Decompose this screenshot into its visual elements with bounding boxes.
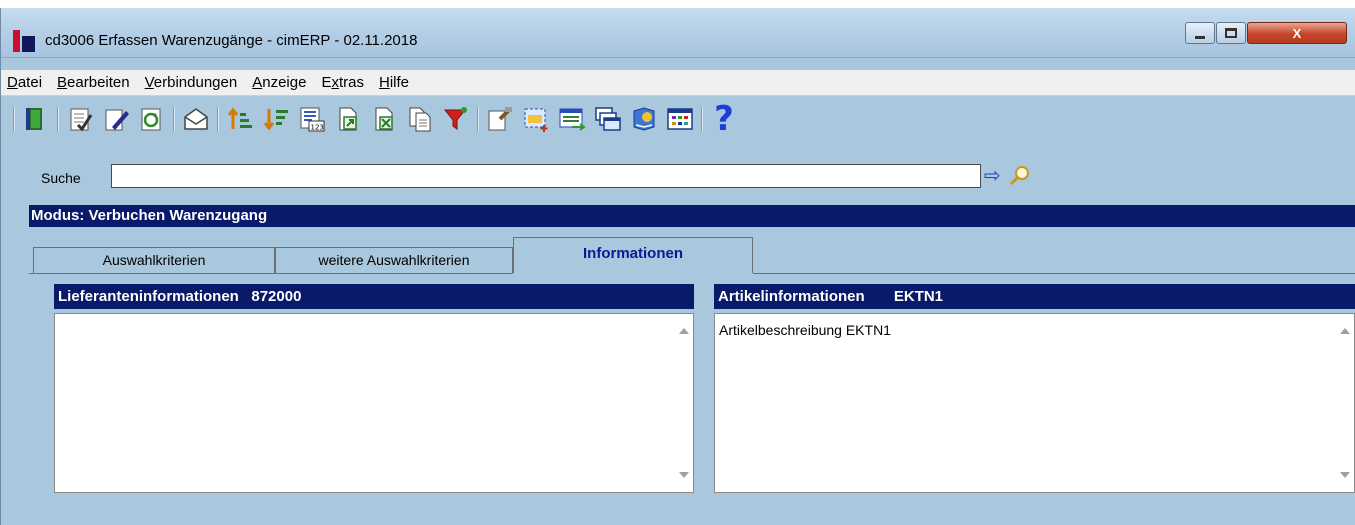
tab-strip: Auswahlkriterien weitere Auswahlkriterie…: [29, 237, 1355, 273]
supplier-info-textarea[interactable]: [54, 313, 694, 493]
menu-anzeige[interactable]: Anzeige: [252, 74, 306, 91]
scroll-down-icon[interactable]: [679, 472, 689, 478]
menu-datei[interactable]: Datei: [7, 74, 42, 91]
toolbar-separator: [13, 107, 15, 131]
settings-tools-icon[interactable]: [485, 103, 515, 135]
title-bar[interactable]: cd3006 Erfassen Warenzugänge - cimERP - …: [1, 8, 1355, 58]
search-bar: Suche ⇨: [29, 160, 1355, 190]
exit-door-icon[interactable]: [21, 103, 51, 135]
close-icon: X: [1292, 25, 1302, 41]
menu-bar: Datei Bearbeiten Verbindungen Anzeige Ex…: [1, 70, 1355, 96]
tab-auswahlkriterien[interactable]: Auswahlkriterien: [33, 247, 275, 273]
maximize-icon: [1225, 28, 1237, 38]
article-info-header: Artikelinformationen EKTN1: [714, 284, 1355, 309]
number-format-icon[interactable]: 123: [297, 103, 327, 135]
sort-ascending-icon[interactable]: [225, 103, 255, 135]
bookmark-icon[interactable]: [629, 103, 659, 135]
maximize-button[interactable]: [1216, 22, 1246, 44]
menu-hilfe[interactable]: Hilfe: [379, 74, 409, 91]
export-document-icon[interactable]: [333, 103, 363, 135]
export-excel-icon[interactable]: [369, 103, 399, 135]
menu-extras[interactable]: Extras: [321, 74, 364, 91]
app-logo-icon: [13, 30, 35, 52]
mail-icon[interactable]: [181, 103, 211, 135]
copy-document-icon[interactable]: [405, 103, 435, 135]
help-icon[interactable]: ?: [709, 102, 739, 136]
menu-bearbeiten[interactable]: Bearbeiten: [57, 74, 130, 91]
menu-verbindungen[interactable]: Verbindungen: [145, 74, 238, 91]
search-arrow-icon[interactable]: ⇨: [984, 163, 1001, 187]
supplier-scrollbar[interactable]: [675, 314, 693, 492]
new-record-icon[interactable]: [521, 103, 551, 135]
tab-divider: [29, 273, 513, 274]
toolbar: 123 ?: [1, 97, 1355, 141]
article-scrollbar[interactable]: [1336, 314, 1354, 492]
scroll-down-icon[interactable]: [1340, 472, 1350, 478]
windows-icon[interactable]: [593, 103, 623, 135]
calendar-grid-icon[interactable]: [665, 103, 695, 135]
tab-informationen[interactable]: Informationen: [513, 237, 753, 273]
checklist-icon[interactable]: [65, 103, 95, 135]
supplier-info-header: Lieferanteninformationen 872000: [54, 284, 694, 309]
minimize-icon: [1195, 35, 1205, 39]
transfer-records-icon[interactable]: [557, 103, 587, 135]
tab-weitere-auswahlkriterien[interactable]: weitere Auswahlkriterien: [275, 247, 513, 273]
search-input[interactable]: [111, 164, 981, 188]
edit-pencil-icon[interactable]: [101, 103, 131, 135]
window-title: cd3006 Erfassen Warenzugänge - cimERP - …: [45, 32, 418, 49]
search-label: Suche: [41, 170, 81, 186]
scroll-up-icon[interactable]: [679, 328, 689, 334]
app-window: cd3006 Erfassen Warenzugänge - cimERP - …: [0, 8, 1355, 525]
supplier-info-panel: Lieferanteninformationen 872000: [54, 284, 694, 514]
svg-text:123: 123: [311, 124, 324, 132]
scroll-up-icon[interactable]: [1340, 328, 1350, 334]
search-magnifier-icon[interactable]: [1008, 164, 1032, 188]
close-button[interactable]: X: [1247, 22, 1347, 44]
tab-divider: [753, 273, 1355, 274]
refresh-icon[interactable]: [137, 103, 167, 135]
filter-funnel-icon[interactable]: [441, 103, 471, 135]
article-info-panel: Artikelinformationen EKTN1 Artikelbeschr…: [714, 284, 1355, 514]
sort-descending-icon[interactable]: [261, 103, 291, 135]
mode-status-bar: Modus: Verbuchen Warenzugang: [29, 205, 1355, 227]
article-info-text: Artikelbeschreibung EKTN1: [719, 322, 891, 338]
article-info-textarea[interactable]: Artikelbeschreibung EKTN1: [714, 313, 1355, 493]
minimize-button[interactable]: [1185, 22, 1215, 44]
